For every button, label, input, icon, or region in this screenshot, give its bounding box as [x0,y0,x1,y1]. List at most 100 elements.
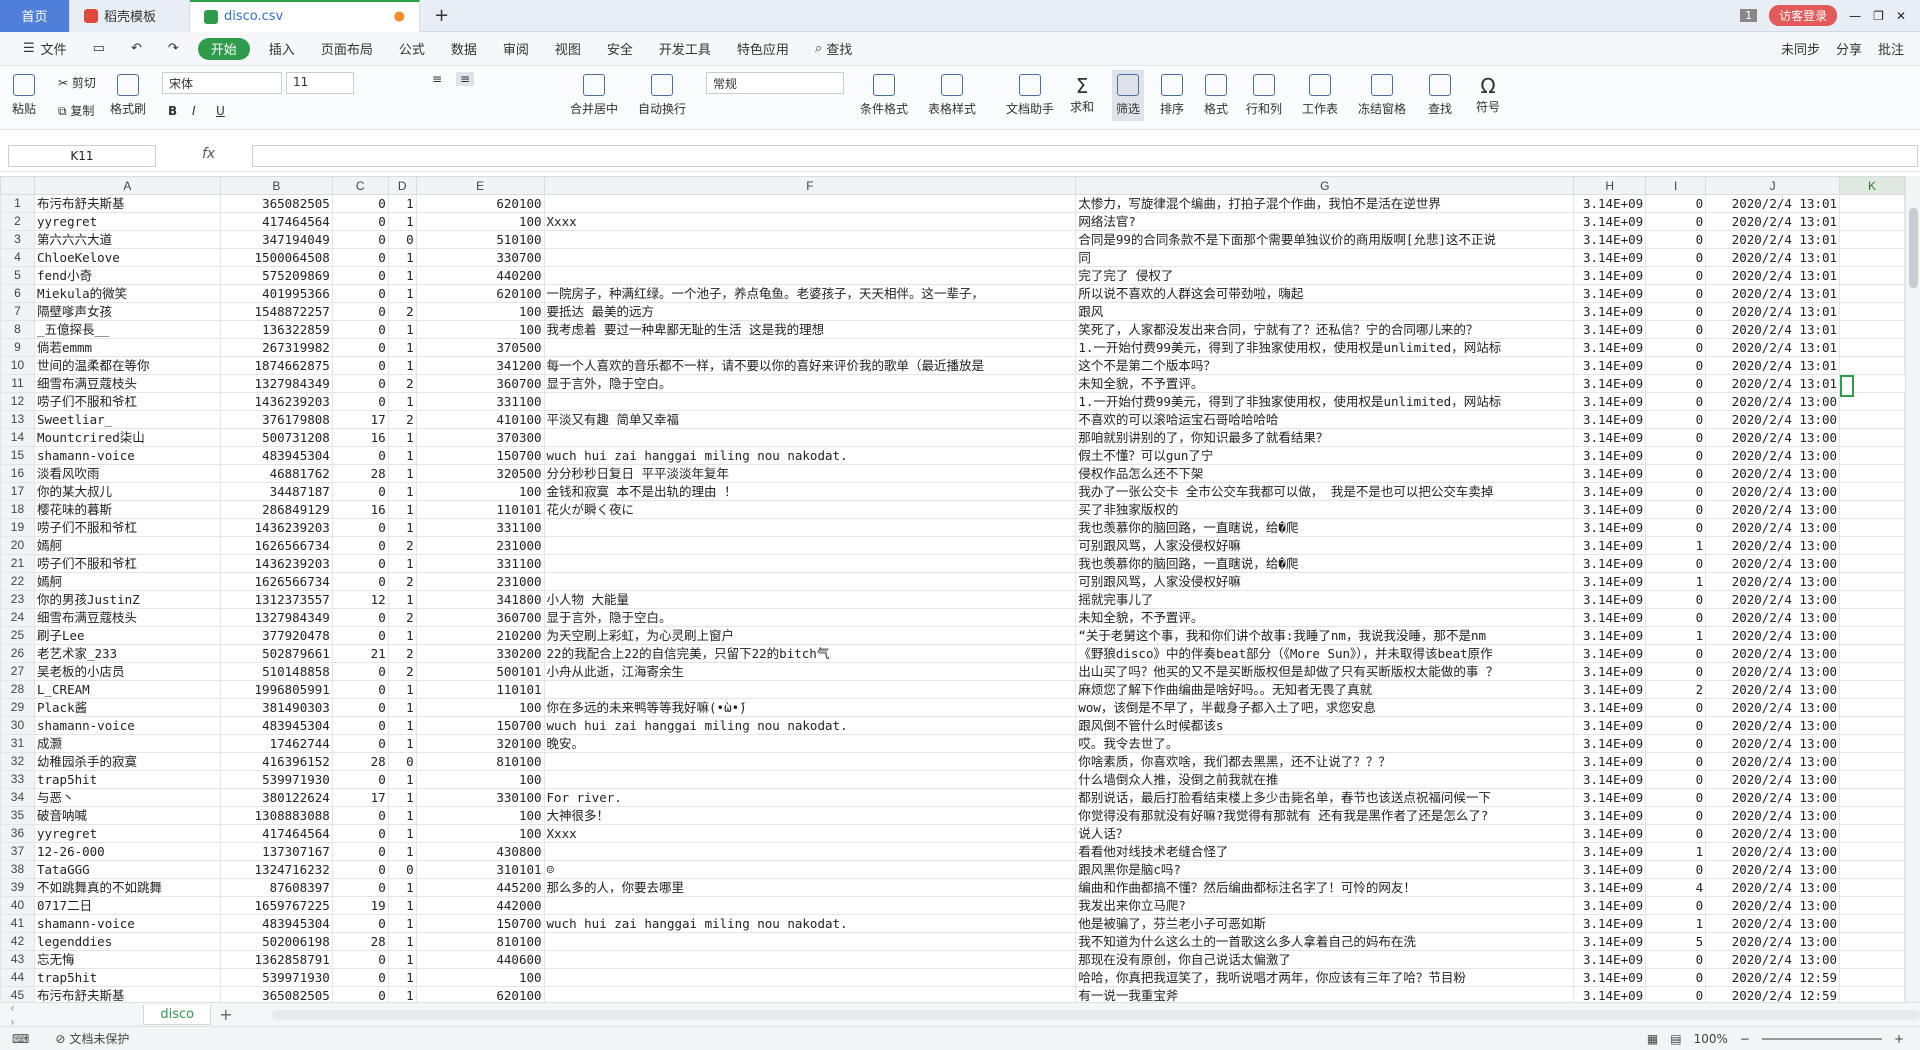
table-cell[interactable] [1839,266,1905,285]
table-cell[interactable]: 377920478 [219,626,333,645]
table-cell[interactable]: 0 [1645,428,1707,447]
column-header[interactable]: A [33,176,221,195]
row-number[interactable]: 6 [0,284,35,303]
table-cell[interactable] [543,968,1077,987]
table-cell[interactable]: 1 [387,554,417,573]
row-number[interactable]: 3 [0,230,35,249]
table-cell[interactable]: 侵权作品怎么还不下架 [1075,464,1575,483]
table-cell[interactable]: 0 [331,878,389,897]
filter-button[interactable]: 筛选 [1112,70,1145,121]
table-cell[interactable]: 331100 [415,518,545,537]
table-cell[interactable]: 17 [331,788,389,807]
table-cell[interactable]: 这个不是第二个版本吗？ [1075,356,1575,375]
table-cell[interactable]: 唠子们不服和爷杠 [33,554,221,573]
table-cell[interactable]: 100 [415,212,545,231]
table-cell[interactable] [1839,698,1905,717]
table-cell[interactable]: 0 [1645,608,1707,627]
table-cell[interactable]: 365082505 [219,986,333,1002]
table-cell[interactable]: 0 [1645,374,1707,393]
table-cell[interactable]: 500101 [415,662,545,681]
table-cell[interactable]: 0 [331,536,389,555]
sheet-tab-disco[interactable]: disco [143,1004,212,1025]
row-number[interactable]: 44 [0,968,35,987]
table-cell[interactable]: 2020/2/4 13:00 [1705,878,1841,897]
table-cell[interactable]: 2020/2/4 13:00 [1705,896,1841,915]
table-cell[interactable]: 3.14E+09 [1573,662,1647,681]
table-cell[interactable]: 2020/2/4 13:00 [1705,806,1841,825]
table-cell[interactable]: 2020/2/4 13:00 [1705,392,1841,411]
row-number[interactable]: 32 [0,752,35,771]
table-cell[interactable]: 1500064508 [219,248,333,267]
table-cell[interactable]: 2020/2/4 13:01 [1705,302,1841,321]
table-cell[interactable] [1839,428,1905,447]
table-cell[interactable]: 隔壁嗲声女孩 [33,302,221,321]
table-cell[interactable]: 淡看风吹雨 [33,464,221,483]
table-cell[interactable]: 我发出来你立马爬? [1075,896,1575,915]
row-number[interactable]: 27 [0,662,35,681]
table-cell[interactable]: 不如跳舞真的不如跳舞 [33,878,221,897]
table-cell[interactable]: 0 [331,842,389,861]
table-cell[interactable]: wow，该倒是不早了，半截身子都入土了吧，求您安息 [1075,698,1575,717]
table-cell[interactable]: 我办了一张公交卡 全市公交车我都可以做， 我是不是也可以把公交车卖掉 [1075,482,1575,501]
table-cell[interactable]: 2 [387,410,417,429]
table-cell[interactable] [1839,896,1905,915]
table-cell[interactable]: 0 [1645,752,1707,771]
table-cell[interactable]: 1 [387,932,417,951]
bold-button[interactable]: B [168,104,177,118]
table-cell[interactable]: 0 [331,356,389,375]
table-cell[interactable]: 1 [387,338,417,357]
table-cell[interactable]: 417464564 [219,212,333,231]
table-cell[interactable]: 0 [331,572,389,591]
table-cell[interactable]: 显于言外，隐于空白。 [543,374,1077,393]
table-cell[interactable]: 370300 [415,428,545,447]
table-cell[interactable]: 3.14E+09 [1573,410,1647,429]
table-cell[interactable]: 0 [1645,590,1707,609]
row-number[interactable]: 29 [0,698,35,717]
table-cell[interactable]: 3.14E+09 [1573,932,1647,951]
name-box[interactable]: K11 [8,145,156,167]
table-cell[interactable]: 0 [331,770,389,789]
table-cell[interactable]: 1 [387,806,417,825]
italic-button[interactable]: I [192,104,196,118]
table-cell[interactable] [543,338,1077,357]
table-cell[interactable] [543,428,1077,447]
table-cell[interactable]: 440600 [415,950,545,969]
table-cell[interactable]: 3.14E+09 [1573,608,1647,627]
table-cell[interactable]: 331100 [415,554,545,573]
table-cell[interactable]: 267319982 [219,338,333,357]
table-cell[interactable]: 跟风倒不管什么时候都该s [1075,716,1575,735]
table-cell[interactable]: 3.14E+09 [1573,752,1647,771]
table-cell[interactable] [1839,410,1905,429]
table-cell[interactable]: 1324716232 [219,860,333,879]
menu-find[interactable]: ⌕ 查找 [802,32,865,66]
table-cell[interactable]: 可别跟风骂，人家没侵权好嘛 [1075,536,1575,555]
cut-button[interactable]: ✂ 剪切 [58,74,96,91]
row-number[interactable]: 34 [0,788,35,807]
table-cell[interactable]: 100 [415,320,545,339]
table-cell[interactable]: 2020/2/4 13:01 [1705,320,1841,339]
table-cell[interactable]: 0 [1645,482,1707,501]
table-cell[interactable]: 5 [1645,932,1707,951]
sheet-nav-icon[interactable]: ‹ › [10,1001,23,1029]
table-cell[interactable]: 2020/2/4 13:00 [1705,590,1841,609]
table-cell[interactable]: 3.14E+09 [1573,482,1647,501]
table-cell[interactable] [543,950,1077,969]
table-cell[interactable]: 1 [387,716,417,735]
table-cell[interactable]: 2020/2/4 13:01 [1705,374,1841,393]
table-cell[interactable]: 3.14E+09 [1573,842,1647,861]
table-cell[interactable] [1839,950,1905,969]
format-button[interactable]: 格式 [1204,74,1228,117]
table-cell[interactable]: 0 [1645,248,1707,267]
table-cell[interactable]: 1 [1645,536,1707,555]
table-cell[interactable]: 布污布舒夫斯基 [33,986,221,1002]
row-number[interactable]: 1 [0,194,35,213]
table-cell[interactable]: 笑死了，人家都没发出来合同，宁就有了？还私信？宁的合同哪儿来的？ [1075,320,1575,339]
table-cell[interactable]: 0 [1645,554,1707,573]
table-cell[interactable]: 3.14E+09 [1573,212,1647,231]
table-cell[interactable]: 什么墙倒众人推，没倒之前我就在推 [1075,770,1575,789]
protect-status[interactable]: 文档未保护 [69,1030,129,1047]
table-cell[interactable]: 1 [387,878,417,897]
menu-developer[interactable]: 开发工具 [646,32,724,66]
table-cell[interactable]: 我考虑着 要过一种卑鄙无耻的生活 这是我的理想 [543,320,1077,339]
fx-label[interactable]: fx [202,146,215,162]
